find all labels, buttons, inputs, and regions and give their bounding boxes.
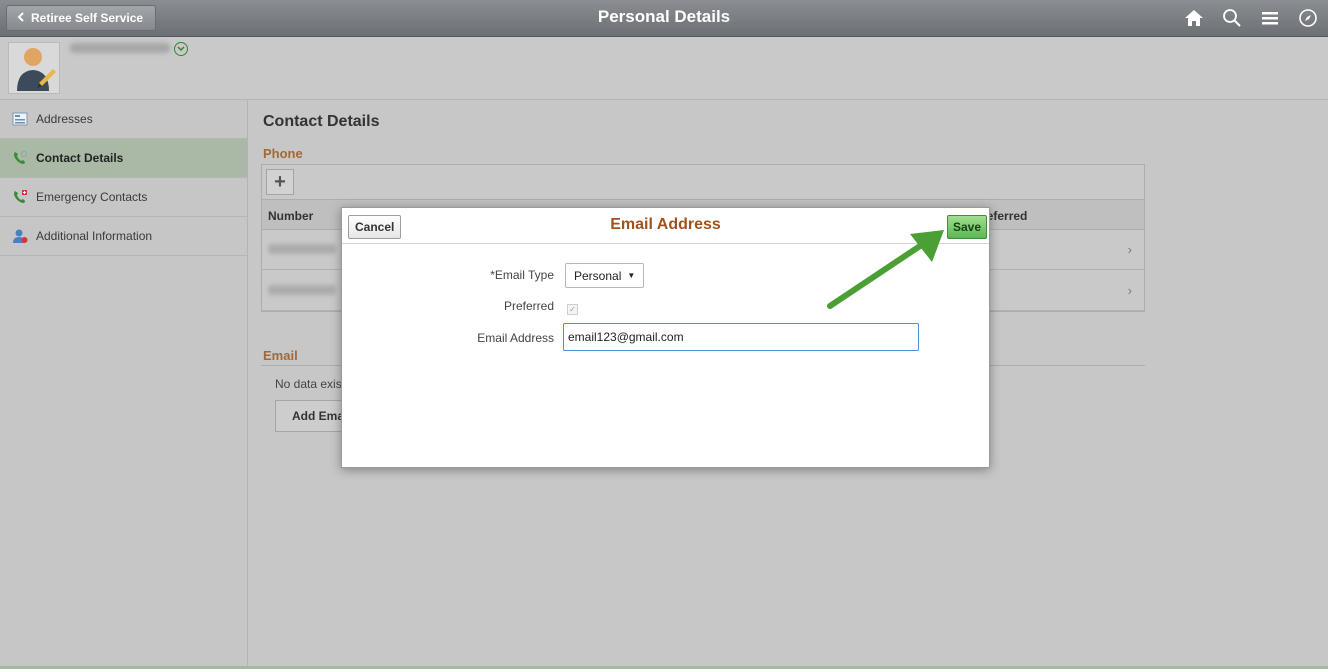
save-button-label: Save [953, 220, 982, 234]
top-banner: Retiree Self Service Personal Details [0, 0, 1328, 37]
home-icon[interactable] [1182, 6, 1206, 30]
email-address-modal: Cancel Email Address Save *Email Type Pe… [341, 207, 990, 468]
page-title: Personal Details [597, 7, 731, 26]
chevron-right-icon: › [1127, 283, 1132, 298]
section-title: Contact Details [263, 113, 380, 130]
sidebar-item-label: Contact Details [36, 151, 124, 165]
avatar[interactable] [8, 42, 60, 94]
preferred-label: Preferred [503, 299, 554, 313]
sidebar: Addresses Contact Details Emergency Cont… [0, 100, 248, 669]
phone-number-redacted [268, 285, 336, 295]
back-button[interactable]: Retiree Self Service [6, 5, 156, 31]
preferred-checkbox[interactable]: ✓ [567, 304, 578, 315]
save-button[interactable]: Save [947, 215, 988, 239]
menu-icon[interactable] [1258, 6, 1282, 30]
sidebar-item-emergency-contacts[interactable]: Emergency Contacts [0, 178, 247, 217]
phone-icon [12, 150, 28, 166]
email-type-value: Personal [574, 268, 622, 283]
sidebar-item-contact-details[interactable]: Contact Details [0, 139, 247, 178]
modal-header: Cancel Email Address Save [342, 208, 989, 244]
email-address-input[interactable] [563, 323, 919, 351]
username-redacted [70, 43, 170, 53]
add-phone-button[interactable]: + [266, 169, 294, 195]
back-button-label: Retiree Self Service [31, 11, 144, 25]
chevron-left-icon [17, 11, 25, 25]
person-info-icon [12, 228, 28, 244]
sidebar-item-label: Addresses [36, 112, 93, 126]
phone-section-label: Phone [263, 146, 303, 161]
phone-number-redacted [268, 244, 336, 254]
emergency-phone-icon [12, 189, 28, 205]
sidebar-item-additional-information[interactable]: Additional Information [0, 217, 247, 256]
dropdown-arrow-icon: ▼ [627, 271, 636, 280]
navbar-compass-icon[interactable] [1296, 6, 1320, 30]
user-bar [0, 37, 1328, 100]
user-menu-chevron-icon[interactable] [174, 42, 188, 56]
search-icon[interactable] [1220, 6, 1244, 30]
checkmark-icon: ✓ [569, 305, 576, 314]
email-type-select[interactable]: Personal ▼ [565, 263, 644, 288]
modal-title: Email Address [610, 216, 721, 233]
chevron-right-icon: › [1127, 242, 1132, 257]
email-address-label: Email Address [477, 331, 554, 345]
sidebar-item-label: Additional Information [36, 229, 153, 243]
email-type-label: *Email Type [490, 268, 554, 282]
sidebar-item-label: Emergency Contacts [36, 190, 148, 204]
column-header-number: Number [268, 209, 314, 223]
sidebar-item-addresses[interactable]: Addresses [0, 100, 247, 139]
plus-icon: + [274, 170, 286, 193]
address-icon [12, 111, 28, 127]
email-section-label: Email [263, 348, 298, 363]
